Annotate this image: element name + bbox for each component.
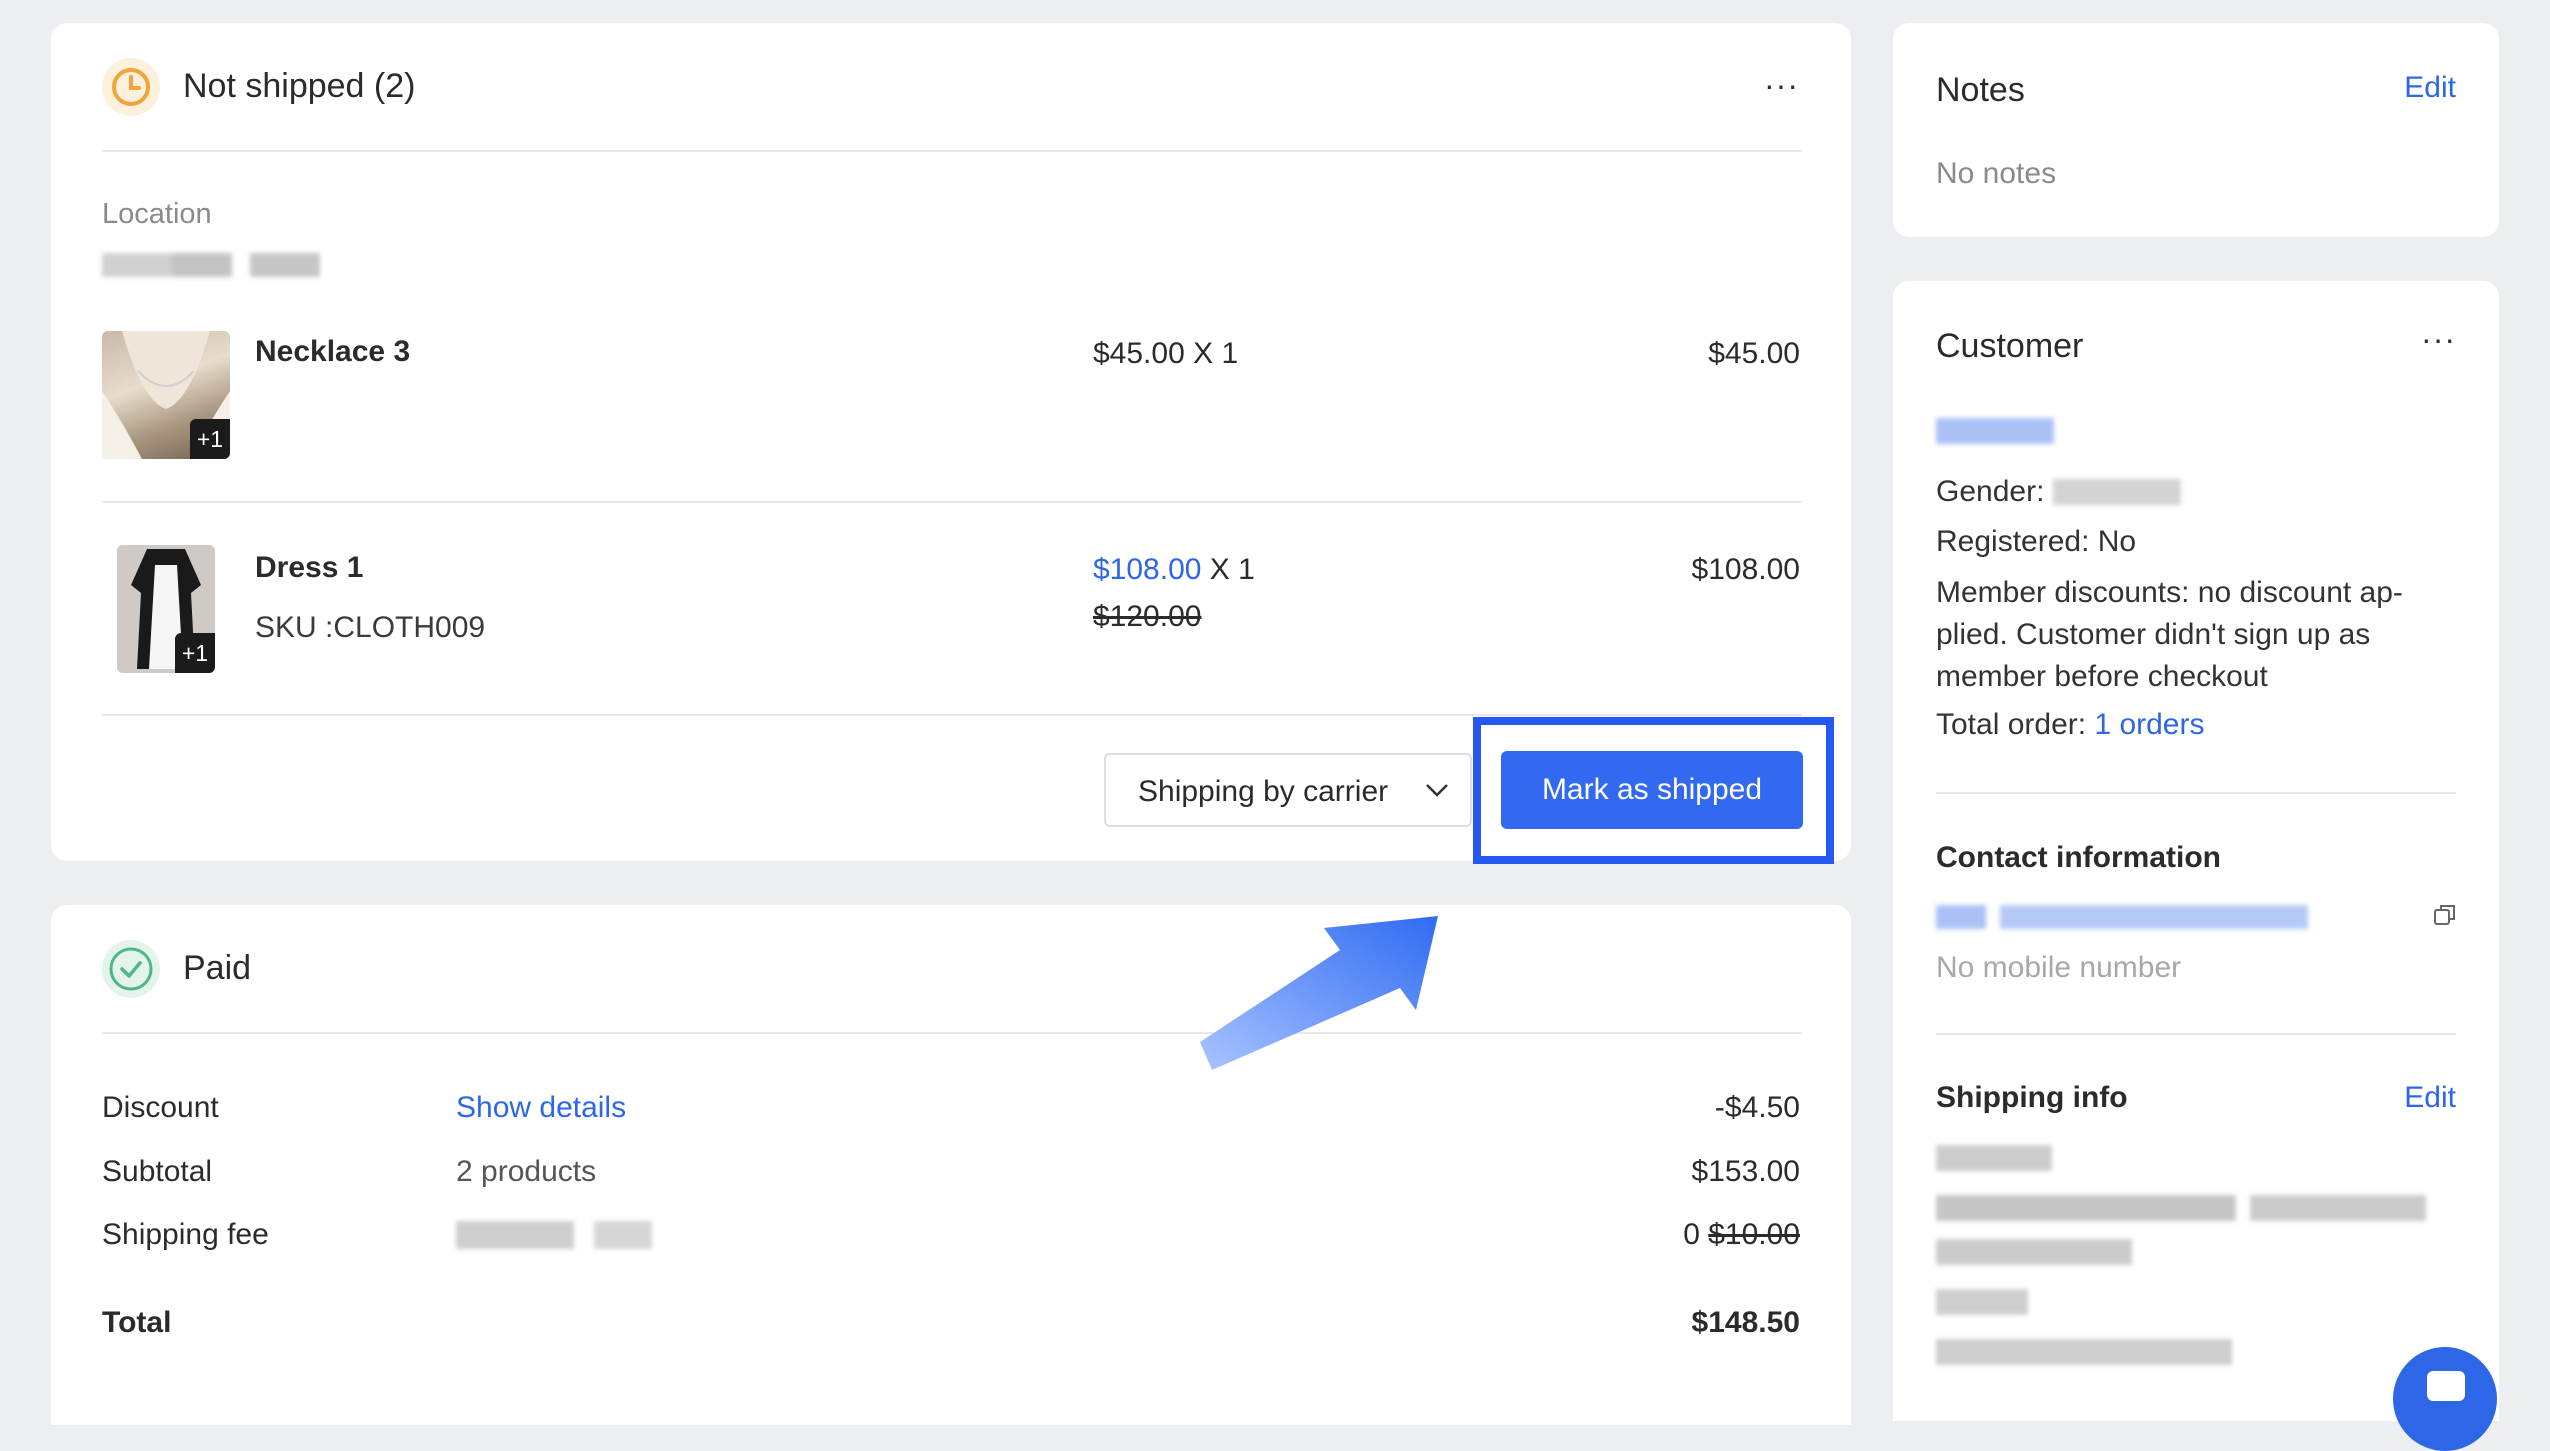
shipping-method-select[interactable]: Shipping by carrier bbox=[1104, 753, 1472, 827]
line-total: $108.00 bbox=[1691, 553, 1800, 586]
divider bbox=[102, 714, 1802, 716]
discounted-price: $108.00 bbox=[1093, 553, 1202, 586]
shipping-fee-original: $10.00 bbox=[1708, 1218, 1800, 1251]
divider bbox=[1936, 792, 2456, 794]
chat-icon bbox=[2427, 1371, 2465, 1401]
notes-edit-link[interactable]: Edit bbox=[2404, 71, 2456, 105]
unit-price: $45.00 X 1 bbox=[1093, 337, 1238, 371]
total-value: $148.50 bbox=[1691, 1306, 1800, 1339]
contact-title: Contact information bbox=[1936, 841, 2221, 874]
shipping-fee-amount: 0 bbox=[1683, 1218, 1700, 1251]
divider bbox=[102, 150, 1802, 152]
unit-price: $108.00 X 1 bbox=[1093, 553, 1255, 587]
subtotal-value: $153.00 bbox=[1691, 1155, 1800, 1188]
total-order-label: Total order: bbox=[1936, 708, 2087, 741]
email-redacted[interactable] bbox=[1936, 905, 2308, 929]
original-price: $120.00 bbox=[1093, 600, 1202, 633]
paid-card: Paid Discount Show details -$4.50 Subtot… bbox=[51, 905, 1851, 1425]
image-count-badge: +1 bbox=[190, 419, 230, 459]
divider bbox=[1936, 1033, 2456, 1035]
clock-icon bbox=[101, 57, 161, 117]
copy-icon[interactable] bbox=[2431, 901, 2459, 934]
product-name[interactable]: Dress 1 bbox=[255, 551, 363, 585]
shipping-phone-redacted bbox=[1936, 1339, 2232, 1365]
shipping-address-redacted bbox=[1936, 1195, 2426, 1221]
customer-card: Customer ··· Gender: Registered: No Memb… bbox=[1893, 281, 2499, 1421]
subtotal-detail: 2 products bbox=[456, 1155, 597, 1188]
location-value-redacted bbox=[102, 253, 320, 277]
shipping-address-line2-redacted bbox=[1936, 1239, 2132, 1265]
shipping-info-title: Shipping info bbox=[1936, 1081, 2128, 1114]
section-title: Paid bbox=[183, 949, 252, 987]
section-title: Not shipped (2) bbox=[183, 67, 416, 105]
shipping-fee-label: Shipping fee bbox=[102, 1218, 269, 1251]
member-discount-info: Member discounts: no discount ap- plied.… bbox=[1936, 576, 2403, 693]
divider bbox=[102, 501, 1802, 503]
total-label: Total bbox=[102, 1306, 172, 1339]
total-order-row: Total order: 1 orders bbox=[1936, 708, 2204, 742]
registered-status: Registered: No bbox=[1936, 525, 2137, 558]
shipping-city-redacted bbox=[1936, 1289, 2028, 1315]
no-mobile-number: No mobile number bbox=[1936, 951, 2182, 984]
show-details-link[interactable]: Show details bbox=[456, 1091, 626, 1125]
product-thumbnail[interactable]: +1 bbox=[102, 331, 230, 459]
line-total: $45.00 bbox=[1708, 337, 1800, 370]
chevron-down-icon bbox=[1424, 777, 1450, 808]
gender-label: Gender: bbox=[1936, 475, 2045, 508]
orders-link[interactable]: 1 orders bbox=[2094, 708, 2204, 741]
shipping-fee-value: 0 $10.00 bbox=[1683, 1218, 1800, 1252]
shipping-info-edit-link[interactable]: Edit bbox=[2404, 1081, 2456, 1115]
quantity: X 1 bbox=[1209, 553, 1255, 586]
product-thumbnail[interactable]: +1 bbox=[117, 545, 215, 673]
subtotal-label: Subtotal bbox=[102, 1155, 213, 1188]
chat-button[interactable] bbox=[2393, 1347, 2497, 1451]
more-options-button[interactable]: ··· bbox=[2421, 321, 2456, 358]
shipping-name-redacted bbox=[1936, 1145, 2052, 1171]
highlight-frame bbox=[1473, 717, 1834, 864]
more-options-button[interactable]: ··· bbox=[1764, 67, 1799, 104]
unit-price-value: $45.00 bbox=[1093, 337, 1185, 370]
gender-row: Gender: bbox=[1936, 475, 2044, 509]
check-circle-icon bbox=[101, 939, 161, 999]
discount-label: Discount bbox=[102, 1091, 219, 1124]
product-sku: SKU :CLOTH009 bbox=[255, 611, 486, 644]
quantity: X 1 bbox=[1193, 337, 1239, 370]
discount-value: -$4.50 bbox=[1714, 1091, 1800, 1124]
notes-empty: No notes bbox=[1936, 157, 2057, 190]
location-label: Location bbox=[102, 198, 212, 230]
notes-card: Notes Edit No notes bbox=[1893, 23, 2499, 237]
shipping-fee-detail-redacted bbox=[456, 1221, 652, 1249]
image-count-badge: +1 bbox=[175, 633, 215, 673]
customer-name-redacted[interactable] bbox=[1936, 418, 2054, 444]
product-name[interactable]: Necklace 3 bbox=[255, 335, 410, 369]
arrow-annotation bbox=[1190, 890, 1450, 1080]
gender-value-redacted bbox=[2053, 479, 2181, 505]
divider bbox=[102, 1032, 1802, 1034]
notes-title: Notes bbox=[1936, 71, 2025, 109]
customer-title: Customer bbox=[1936, 327, 2084, 365]
shipping-method-value: Shipping by carrier bbox=[1138, 775, 1389, 808]
